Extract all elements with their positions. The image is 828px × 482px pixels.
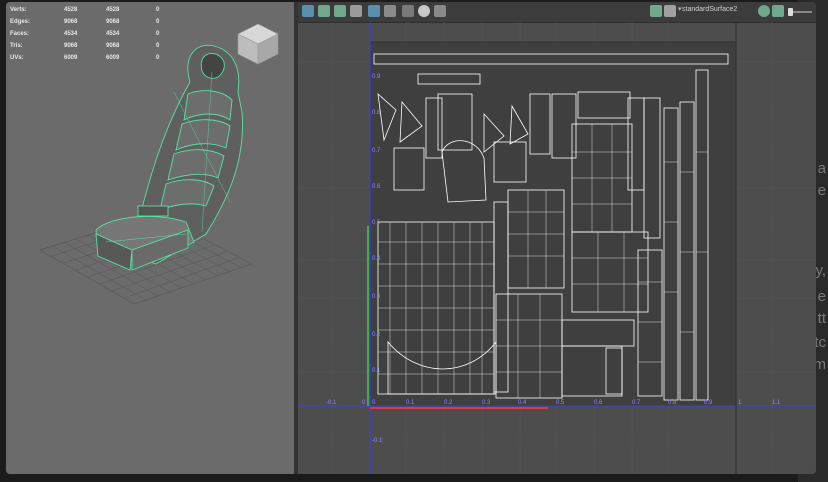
u-tick-label: 0.6 [594, 400, 603, 406]
v-tick-label: 0.7 [372, 148, 381, 154]
maya-window: Verts: 4528 4528 0 Edges: 9068 9068 0 Fa… [6, 2, 816, 474]
v-tick-label: 0.9 [372, 74, 381, 80]
v-tick-label: 0.4 [372, 256, 381, 262]
u-tick-label: -0.1 [326, 400, 337, 406]
v-tick-label: 0.8 [372, 110, 381, 116]
seat-model[interactable] [95, 44, 243, 271]
u-tick-label: 0.3 [482, 400, 491, 406]
u-tick-label: 1.1 [772, 400, 781, 406]
v-tick-label: 0.5 [372, 220, 381, 226]
v-tick-label: 0.3 [372, 294, 381, 300]
v-tick-label: 0 [362, 400, 366, 406]
v-tick-label: 0.2 [372, 332, 381, 338]
u-tick-label: 0.8 [668, 400, 677, 406]
perspective-viewport[interactable]: Verts: 4528 4528 0 Edges: 9068 9068 0 Fa… [6, 2, 294, 474]
uv-0-1-space [369, 41, 737, 407]
u-tick-label: 1 [738, 400, 742, 406]
u-tick-label: 0.5 [556, 400, 565, 406]
u-tick-label: 0.1 [406, 400, 415, 406]
view-cube-icon[interactable] [237, 23, 279, 65]
v-tick-label: -0.1 [372, 438, 383, 444]
uv-editor-panel[interactable]: ▾ standardSurface2 -0.1 0 0.1 0.2 0.3 0.… [298, 2, 816, 474]
seat-scene [39, 23, 279, 305]
v-tick-label: 0.6 [372, 184, 381, 190]
u-tick-label: 0.7 [632, 400, 641, 406]
uv-canvas[interactable]: -0.1 0 0.1 0.2 0.3 0.4 0.5 0.6 0.7 0.8 0… [298, 2, 816, 474]
u-tick-label: 0.4 [518, 400, 527, 406]
v-tick-label: 0.1 [372, 368, 381, 374]
u-tick-label: 0.9 [704, 400, 713, 406]
u-tick-label: 0.2 [444, 400, 453, 406]
